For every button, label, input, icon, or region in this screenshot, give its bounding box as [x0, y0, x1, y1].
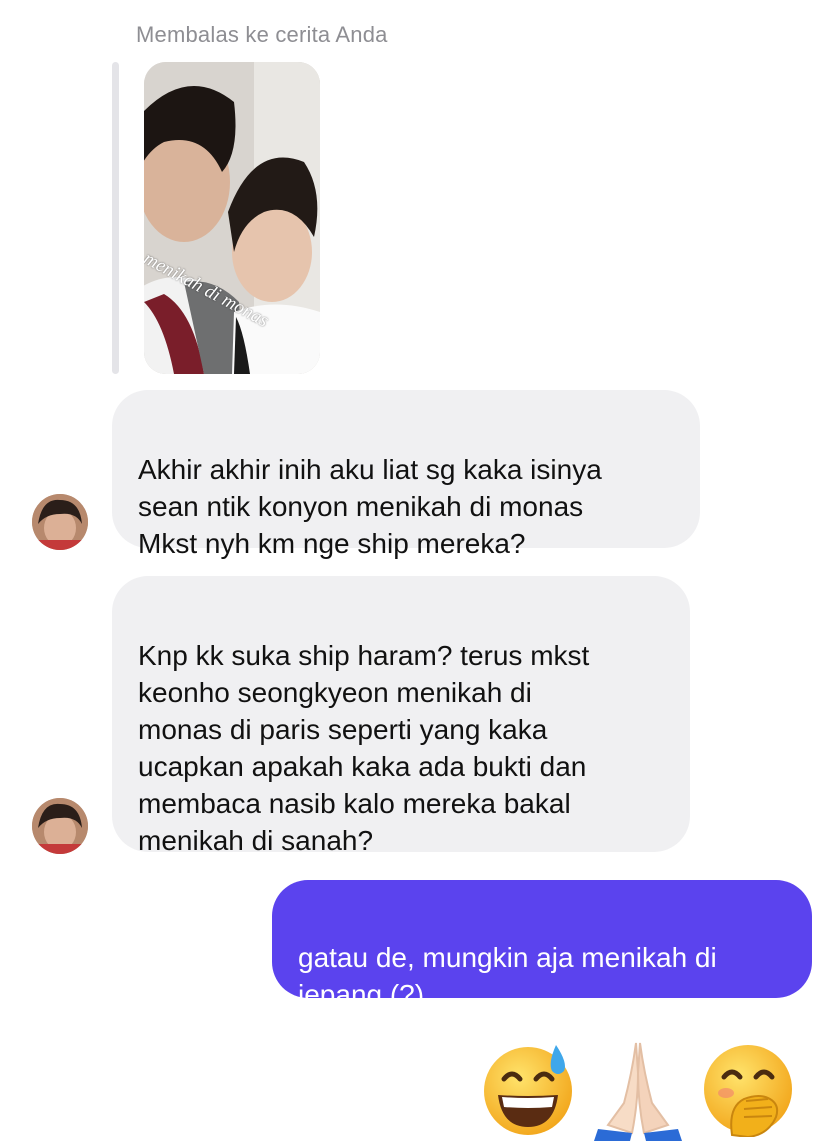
message-text: Akhir akhir inih aku liat sg kaka isinya… — [138, 454, 602, 559]
story-thumbnail[interactable]: menikah di monas — [144, 62, 320, 374]
story-photo — [144, 62, 320, 374]
emoji-message-row[interactable] — [476, 1032, 800, 1142]
avatar-photo — [32, 494, 88, 550]
folded-hands-emoji — [586, 1032, 690, 1142]
message-text: Knp kk suka ship haram? terus mkst keonh… — [138, 640, 590, 856]
hand-over-mouth-emoji — [696, 1032, 800, 1142]
reply-quote-bar — [112, 62, 119, 374]
incoming-message-bubble[interactable]: Knp kk suka ship haram? terus mkst keonh… — [112, 576, 690, 856]
avatar[interactable] — [32, 494, 88, 550]
reply-context-label: Membalas ke cerita Anda — [136, 22, 388, 47]
message-text: gatau de, mungkin aja menikah di jepang … — [298, 942, 717, 1010]
avatar[interactable] — [32, 798, 88, 854]
outgoing-message-bubble[interactable]: gatau de, mungkin aja menikah di jepang … — [272, 880, 812, 1010]
incoming-message-bubble[interactable]: Akhir akhir inih aku liat sg kaka isinya… — [112, 390, 700, 559]
avatar-photo — [32, 798, 88, 854]
grinning-sweat-emoji — [476, 1032, 580, 1142]
